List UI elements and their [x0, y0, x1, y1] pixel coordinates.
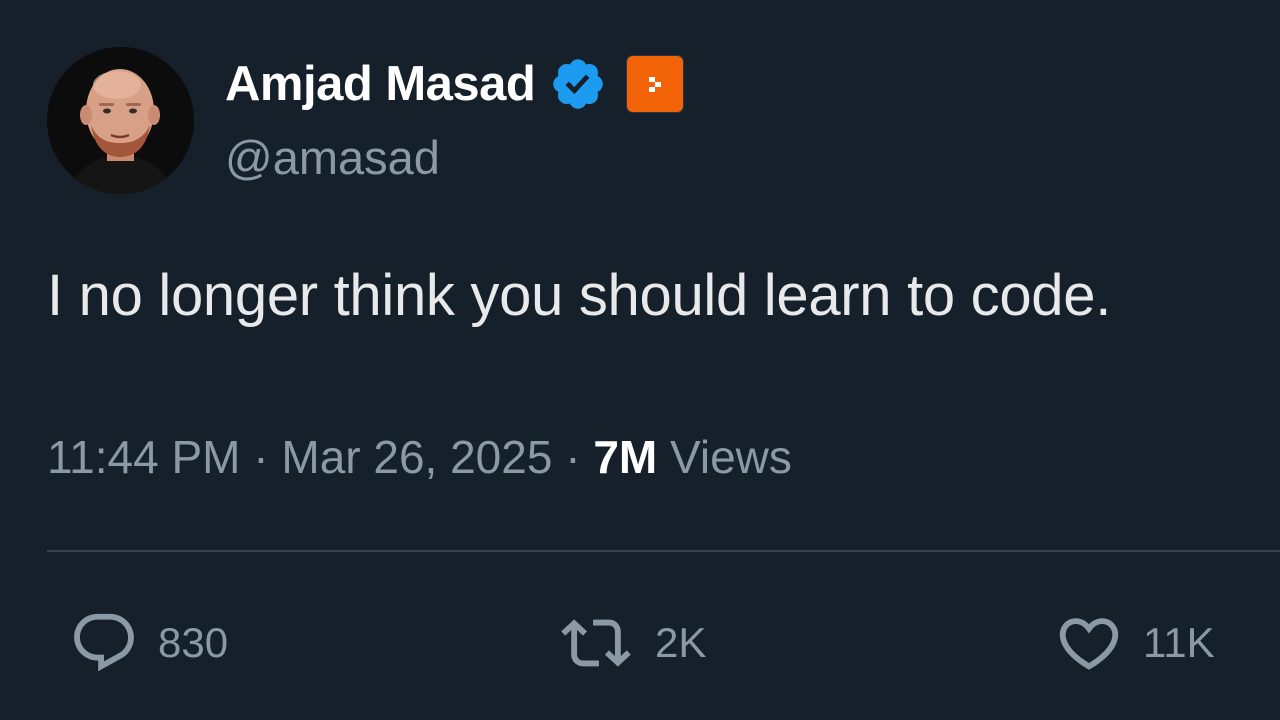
divider	[47, 550, 1280, 552]
author-handle[interactable]: @amasad	[225, 130, 440, 185]
views-count[interactable]: 7M	[593, 431, 657, 483]
avatar-photo	[47, 47, 194, 194]
like-count: 11K	[1143, 619, 1215, 666]
author-display-name[interactable]: Amjad Masad	[225, 56, 536, 112]
tweet-date[interactable]: Mar 26, 2025	[281, 431, 552, 483]
tweet-time[interactable]: 11:44 PM	[47, 431, 240, 483]
tweet-meta: 11:44 PM · Mar 26, 2025 · 7M Views	[47, 430, 792, 484]
verified-checkmark-icon[interactable]	[549, 55, 607, 113]
retweet-button[interactable]: 2K	[555, 608, 706, 678]
views-label[interactable]: Views	[670, 431, 792, 483]
tweet-text: I no longer think you should learn to co…	[47, 263, 1112, 328]
reply-button[interactable]: 830	[68, 608, 228, 678]
reply-count: 830	[158, 619, 229, 666]
heart-icon	[1053, 608, 1125, 678]
retweet-icon	[555, 608, 637, 678]
like-button[interactable]: 11K	[1053, 608, 1215, 678]
meta-separator: ·	[253, 431, 282, 483]
author-name-row: Amjad Masad	[225, 52, 684, 116]
retweet-count: 2K	[655, 619, 707, 666]
tweet-card: Amjad Masad @amasad I no longer think yo…	[0, 0, 1280, 720]
replit-logo-icon[interactable]	[627, 56, 684, 112]
reply-icon	[68, 608, 140, 678]
avatar[interactable]	[47, 47, 194, 194]
meta-separator: ·	[565, 431, 594, 483]
